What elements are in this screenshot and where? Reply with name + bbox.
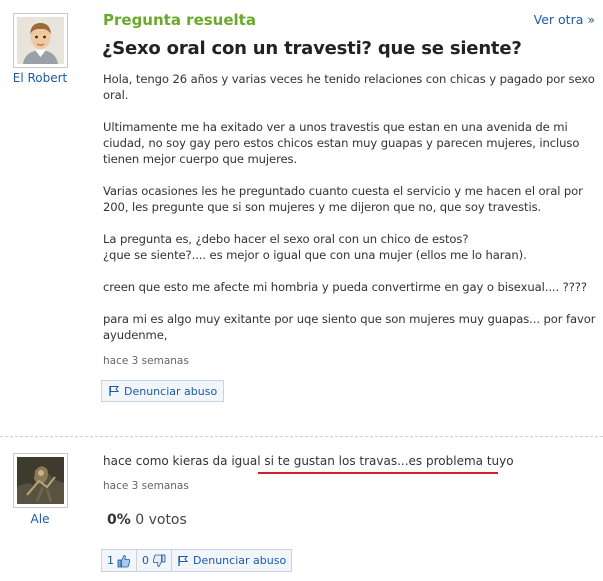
rating-votes: 0 votos xyxy=(135,512,187,528)
answer-text-highlight: si te gustan los travas...es problema tu… xyxy=(264,454,514,468)
answer-text-prefix: hace como kieras da igual xyxy=(103,454,265,468)
answer-vote-bar: 1 0 Denunciar abuso xyxy=(101,549,293,572)
report-abuse-label: Denunciar abuso xyxy=(193,554,287,567)
question-timestamp: hace 3 semanas xyxy=(103,355,189,367)
avatar-image xyxy=(17,17,64,64)
report-abuse-button[interactable]: Denunciar abuso xyxy=(171,549,293,572)
red-underline-mark xyxy=(258,472,498,474)
thumbs-up-count: 1 xyxy=(107,554,114,567)
see-another-link[interactable]: Ver otra » xyxy=(534,12,595,27)
question-status: Pregunta resuelta xyxy=(103,11,256,29)
answer-rating: 0% 0 votos xyxy=(107,512,187,528)
question-paragraph: La pregunta es, ¿debo hacer el sexo oral… xyxy=(103,232,527,262)
thumbs-up-button[interactable]: 1 xyxy=(101,549,137,572)
thumbs-down-button[interactable]: 0 xyxy=(136,549,172,572)
answer-author-name[interactable]: Ale xyxy=(6,512,74,526)
cartoon-man-avatar-icon xyxy=(17,17,64,64)
answer-timestamp: hace 3 semanas xyxy=(103,480,189,492)
question-paragraph: creen que esto me afecte mi hombria y pu… xyxy=(103,280,587,294)
question-paragraph: Varias ocasiones les he preguntado cuant… xyxy=(103,184,583,214)
question-paragraph: Ultimamente me ha exitado ver a unos tra… xyxy=(103,120,580,166)
report-abuse-label: Denunciar abuso xyxy=(124,384,218,398)
flag-icon xyxy=(177,555,189,567)
avatar-image xyxy=(17,457,64,504)
report-abuse-button[interactable]: Denunciar abuso xyxy=(101,380,225,402)
thumbs-down-count: 0 xyxy=(142,554,149,567)
question-paragraph: Hola, tengo 26 años y varias veces he te… xyxy=(103,72,595,102)
question-body: Hola, tengo 26 años y varias veces he te… xyxy=(103,71,598,359)
question-title: ¿Sexo oral con un travesti? que se sient… xyxy=(102,38,522,59)
thumbs-up-icon xyxy=(117,554,131,568)
flag-icon xyxy=(108,385,120,397)
thumbs-down-icon xyxy=(152,554,166,568)
warrior-avatar-icon xyxy=(17,457,64,504)
question-paragraph: para mi es algo muy exitante por uqe sie… xyxy=(103,312,596,342)
question-author-name[interactable]: El Robert xyxy=(6,71,74,85)
answer-author-avatar[interactable] xyxy=(13,453,68,508)
rating-percent: 0% xyxy=(107,512,131,528)
question-author-avatar[interactable] xyxy=(13,13,68,68)
answer-divider xyxy=(0,436,603,437)
answer-text: hace como kieras da igual si te gustan l… xyxy=(103,454,514,468)
